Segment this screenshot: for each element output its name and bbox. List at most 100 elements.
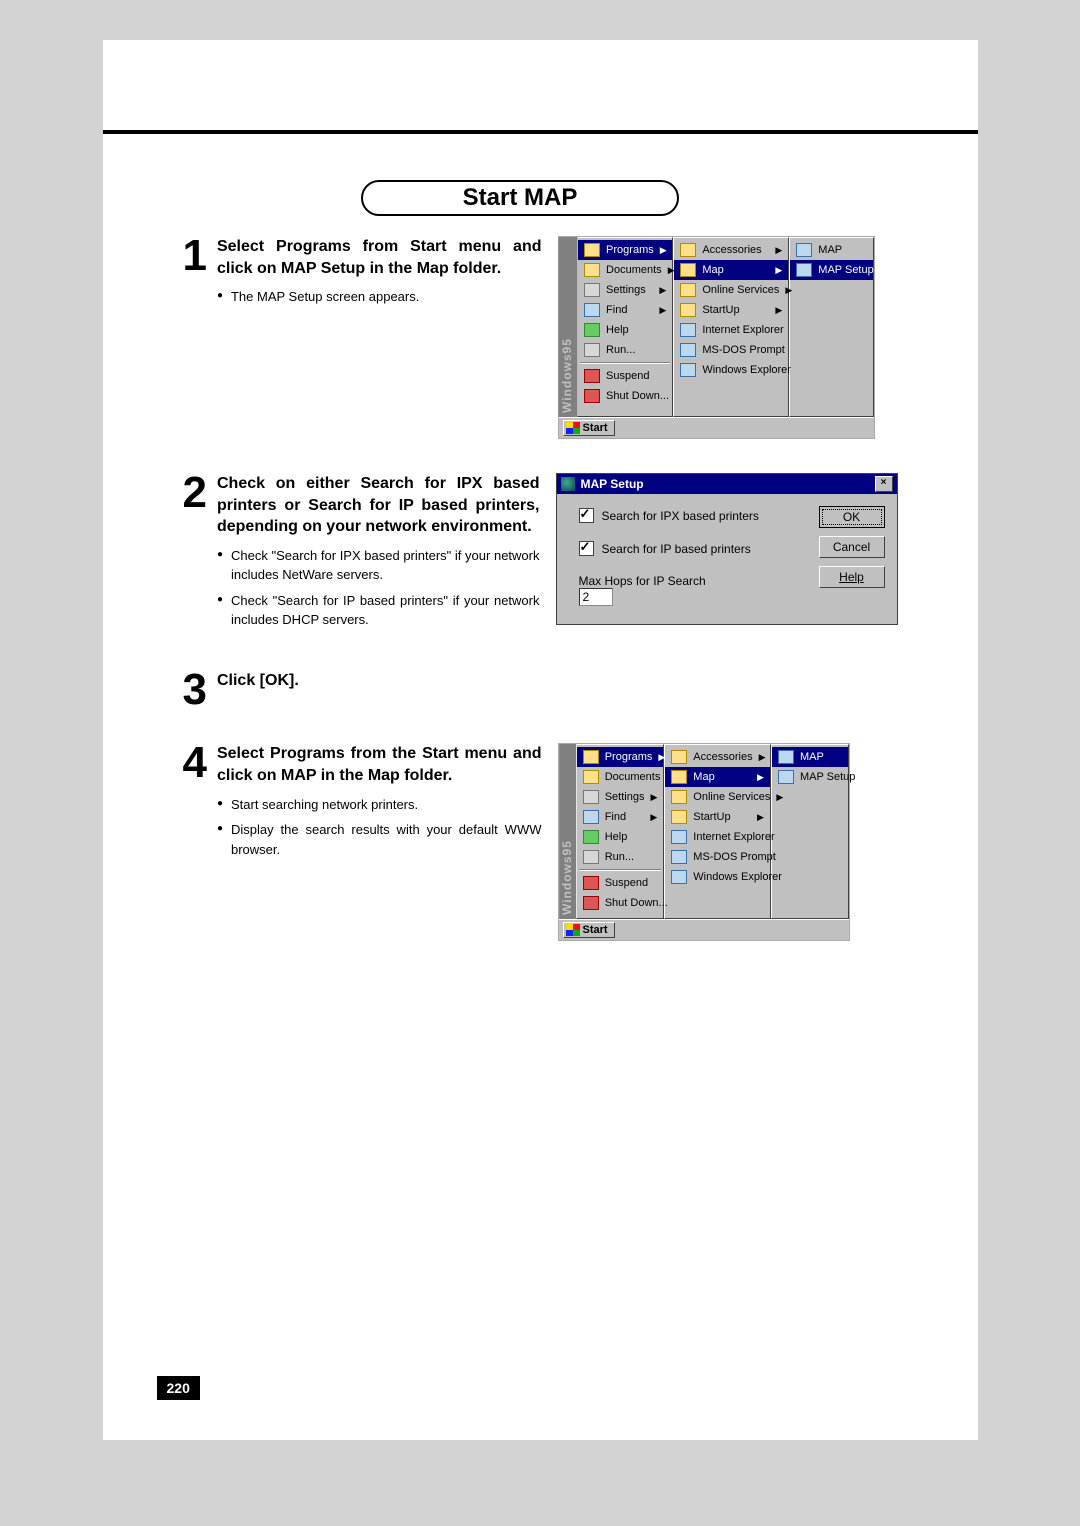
label: Programs [605,751,653,763]
arrow-icon: ▶ [658,752,665,763]
windows-flag-icon [566,422,580,434]
menu-suspend[interactable]: Suspend [577,873,664,893]
help-button[interactable]: Help [819,566,885,588]
run-icon [584,343,600,357]
menu-programs[interactable]: Programs ▶ [578,240,672,260]
sub-explorer[interactable]: Windows Explorer [665,867,770,887]
label: Suspend [606,370,649,382]
folder-icon [680,263,696,277]
arrow-icon: ▶ [776,792,783,803]
step-3-num: 3 [183,670,207,710]
start-col-programs: Accessories▶ Map▶ Online Services▶ Start… [673,237,789,417]
label: Online Services [693,791,770,803]
sub-map-app[interactable]: MAP [772,747,848,767]
sub-dos[interactable]: MS-DOS Prompt [674,340,788,360]
label: Programs [606,244,654,256]
label: Accessories [702,244,761,256]
folder-icon [671,810,687,824]
sub-map-setup[interactable]: MAP Setup [790,260,872,280]
sub-map[interactable]: Map▶ [674,260,788,280]
folder-icon [584,263,600,277]
cancel-button[interactable]: Cancel [819,536,885,558]
dialog-title: MAP Setup [581,477,644,491]
settings-icon [584,283,600,297]
label: Documents [606,264,662,276]
step-4-text: Select Programs from the Start menu and … [217,743,542,865]
app-icon [778,750,794,764]
run-icon [583,850,599,864]
menu-settings[interactable]: Settings▶ [578,280,672,300]
dialog-body: OK Cancel Help Search for IPX based prin… [557,494,897,624]
sub-startup[interactable]: StartUp▶ [665,807,770,827]
step-4: 4 Select Programs from the Start menu an… [183,743,898,941]
step-3-left: 3 Click [OK]. [183,670,542,710]
menu-help[interactable]: Help [577,827,664,847]
menu-settings[interactable]: Settings▶ [577,787,664,807]
find-icon [583,810,599,824]
arrow-icon: ▶ [650,812,657,823]
menu-shutdown[interactable]: Shut Down... [577,893,664,913]
taskbar: Start [559,919,849,940]
step-4-heading: Select Programs from the Start menu and … [217,743,542,786]
checkbox-ip[interactable] [579,541,594,556]
separator [579,869,662,871]
label: Start [583,422,608,434]
menu-run[interactable]: Run... [578,340,672,360]
menu-find[interactable]: Find▶ [577,807,664,827]
step-4-left: 4 Select Programs from the Start menu an… [183,743,542,865]
arrow-icon: ▶ [757,772,764,783]
step-2-figure: MAP Setup × OK Cancel Help Search for IP… [556,473,898,625]
arrow-icon: ▶ [660,245,667,256]
help-icon [583,830,599,844]
suspend-icon [583,876,599,890]
label: Online Services [702,284,779,296]
menu-find[interactable]: Find▶ [578,300,672,320]
sub-map-app[interactable]: MAP [790,240,872,260]
start-button[interactable]: Start [563,420,615,436]
menu-suspend[interactable]: Suspend [578,366,672,386]
start-col-main: Programs ▶ Documents▶ Settings▶ Find▶ Hel… [576,744,665,919]
sub-accessories[interactable]: Accessories▶ [674,240,788,260]
close-button[interactable]: × [875,476,893,492]
start-button[interactable]: Start [563,922,615,938]
sub-startup[interactable]: StartUp▶ [674,300,788,320]
sub-map-setup[interactable]: MAP Setup [772,767,848,787]
checkbox-ipx[interactable] [579,508,594,523]
sub-dos[interactable]: MS-DOS Prompt [665,847,770,867]
page: Start MAP 1 Select Programs from Start m… [103,40,978,1440]
label: StartUp [693,811,730,823]
sub-explorer[interactable]: Windows Explorer [674,360,788,380]
step-3-text: Click [OK]. [217,670,542,710]
menu-run[interactable]: Run... [577,847,664,867]
app-icon [671,850,687,864]
sub-online[interactable]: Online Services▶ [665,787,770,807]
win95-start-menu: Windows95 Programs▶ Documents▶ Settings▶… [558,236,875,439]
label: Help [606,324,629,336]
label: Settings [606,284,646,296]
menu-documents[interactable]: Documents▶ [578,260,672,280]
sub-online[interactable]: Online Services▶ [674,280,788,300]
dialog-icon [561,477,575,491]
win95-start-menu-2: Windows95 Programs▶ Documents▶ Settings▶… [558,743,850,941]
ok-button[interactable]: OK [819,506,885,528]
label: MAP [818,244,842,256]
step-2-left: 2 Check on either Search for IPX based p… [183,473,540,636]
separator [580,362,670,364]
label: Windows Explorer [693,871,782,883]
folder-icon [671,770,687,784]
menu-help[interactable]: Help [578,320,672,340]
step-4-figure: Windows95 Programs▶ Documents▶ Settings▶… [558,743,898,941]
max-hops-input[interactable]: 2 [579,588,613,606]
step-2-bullets: Check "Search for IPX based printers" if… [217,546,540,630]
menu-documents[interactable]: Documents▶ [577,767,664,787]
taskbar: Start [559,417,874,438]
sub-map[interactable]: Map▶ [665,767,770,787]
menu-programs[interactable]: Programs ▶ [577,747,664,767]
menu-shutdown[interactable]: Shut Down... [578,386,672,406]
step-3: 3 Click [OK]. [183,670,898,710]
sub-ie[interactable]: Internet Explorer [674,320,788,340]
sub-accessories[interactable]: Accessories▶ [665,747,770,767]
dialog-titlebar: MAP Setup × [557,474,897,494]
sub-ie[interactable]: Internet Explorer [665,827,770,847]
help-icon [584,323,600,337]
